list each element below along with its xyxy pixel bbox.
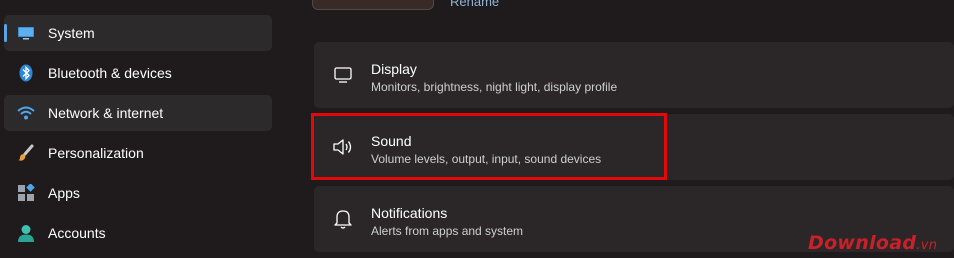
sidebar-item-label: Apps — [48, 185, 80, 201]
sidebar-item-label: Bluetooth & devices — [48, 65, 172, 81]
sound-settings-card[interactable]: Sound Volume levels, output, input, soun… — [314, 114, 954, 180]
display-icon — [332, 65, 354, 85]
sidebar-item-accounts[interactable]: Accounts — [4, 215, 272, 251]
card-title: Sound — [371, 133, 412, 149]
sidebar-item-network[interactable]: Network & internet — [4, 95, 272, 131]
bell-icon — [332, 209, 354, 229]
sidebar-item-system[interactable]: System — [4, 15, 272, 51]
sidebar-item-apps[interactable]: Apps — [4, 175, 272, 211]
account-icon — [16, 223, 36, 243]
monitor-icon — [16, 23, 36, 43]
watermark-text: Download — [808, 232, 917, 254]
apps-icon — [16, 183, 36, 203]
wallpaper-thumbnail[interactable] — [312, 0, 434, 10]
sidebar: System Bluetooth & devices Network & int… — [0, 0, 290, 258]
bluetooth-icon — [16, 63, 36, 83]
sidebar-item-label: Accounts — [48, 225, 106, 241]
sidebar-item-bluetooth[interactable]: Bluetooth & devices — [4, 55, 272, 91]
card-description: Monitors, brightness, night light, displ… — [371, 80, 618, 94]
speaker-icon — [332, 137, 354, 157]
selection-indicator — [4, 24, 7, 42]
rename-link[interactable]: Rename — [450, 0, 499, 9]
card-description: Volume levels, output, input, sound devi… — [371, 152, 602, 166]
sidebar-item-label: System — [48, 25, 95, 41]
sidebar-item-label: Network & internet — [48, 105, 164, 121]
display-settings-card[interactable]: Display Monitors, brightness, night ligh… — [314, 42, 954, 108]
sidebar-item-personalization[interactable]: Personalization — [4, 135, 272, 171]
sidebar-item-label: Personalization — [48, 145, 144, 161]
card-description: Alerts from apps and system — [371, 224, 524, 238]
paintbrush-icon — [16, 143, 36, 163]
wifi-icon — [16, 103, 36, 123]
watermark-logo: Download.vn — [808, 232, 937, 254]
card-title: Notifications — [371, 205, 448, 221]
watermark-suffix: .vn — [916, 238, 938, 253]
card-title: Display — [371, 61, 417, 77]
